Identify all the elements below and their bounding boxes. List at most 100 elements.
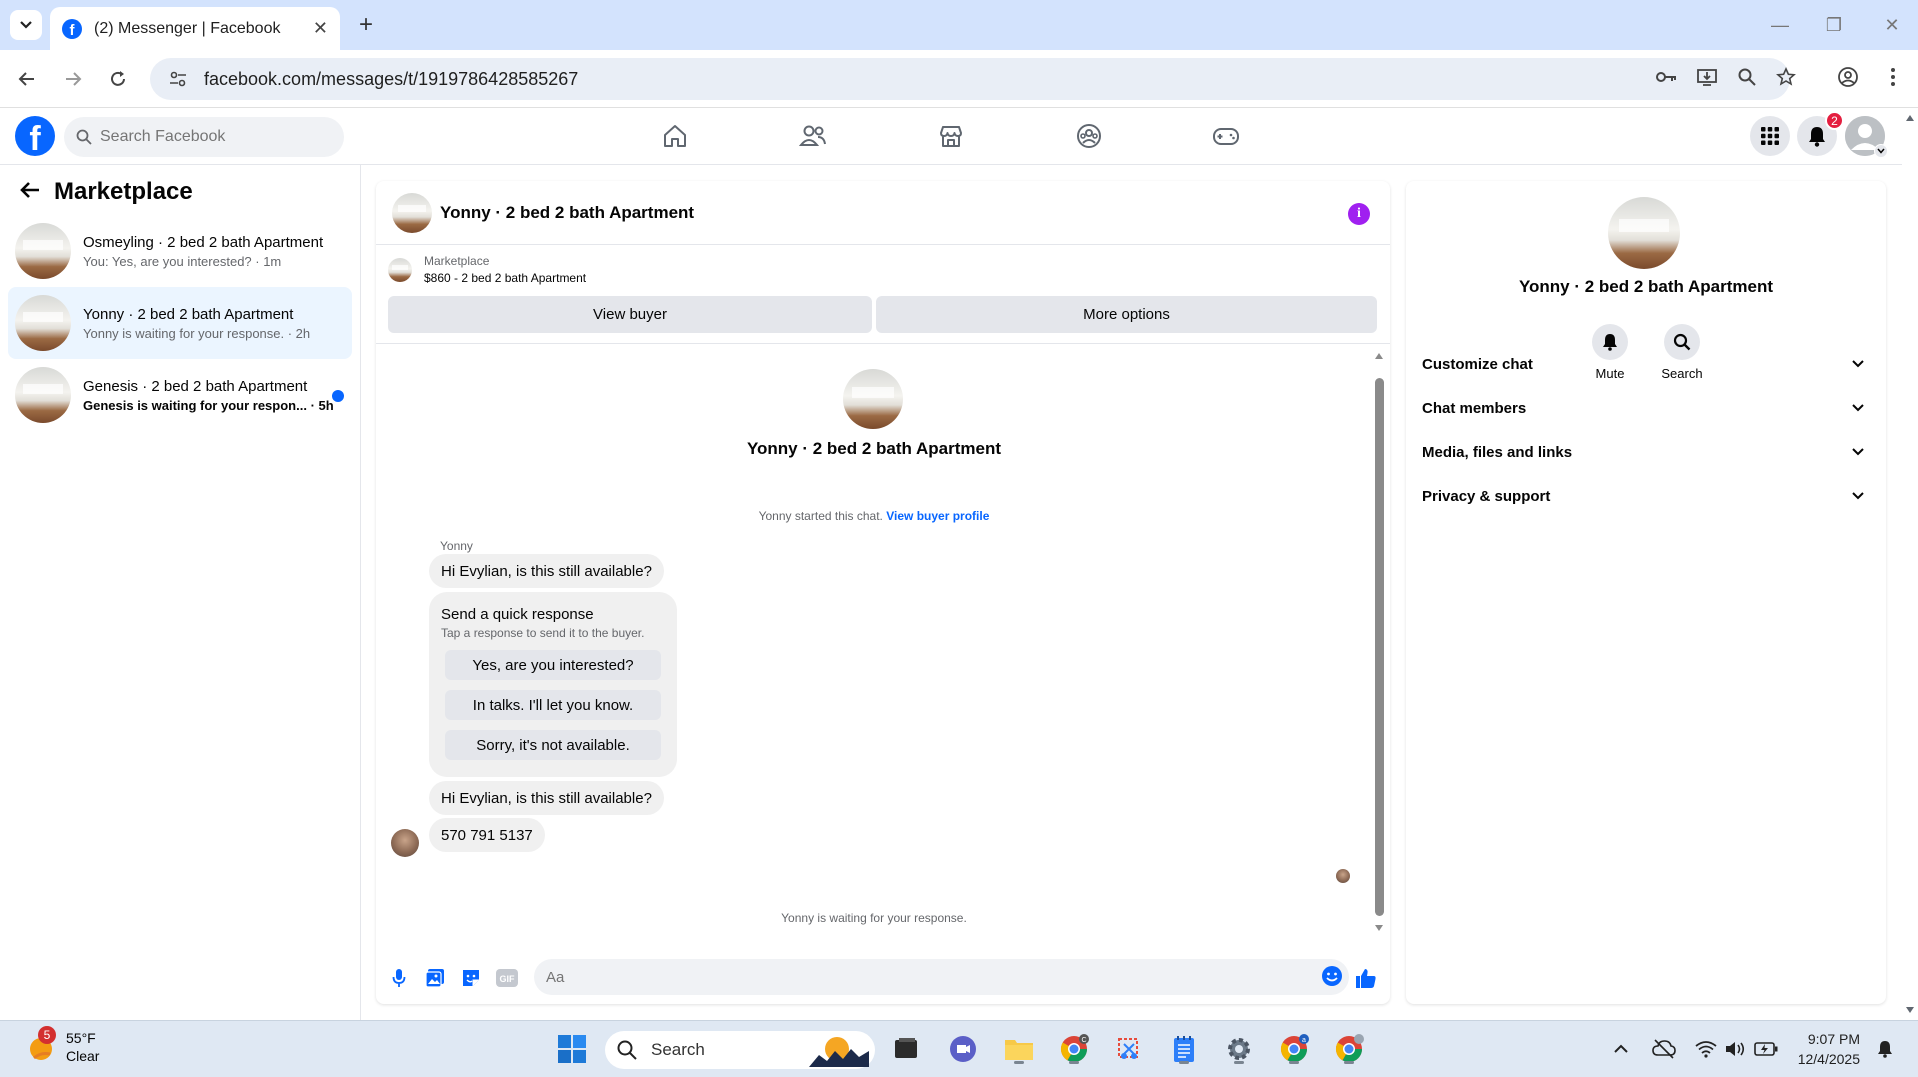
bookmark-star-icon[interactable]	[1771, 62, 1801, 92]
site-info-icon[interactable]	[158, 71, 198, 87]
temperature: 55°F	[66, 1030, 96, 1046]
details-avatar	[1608, 197, 1680, 269]
zoom-icon[interactable]	[1732, 62, 1762, 92]
active-browser-tab[interactable]: f (2) Messenger | Facebook ✕	[50, 7, 340, 50]
quick-response-not-available-button[interactable]: Sorry, it's not available.	[445, 730, 661, 760]
facebook-favicon-icon: f	[62, 18, 82, 39]
chrome-profile-c-icon[interactable]: C	[1056, 1031, 1092, 1067]
media-files-links-section[interactable]: Media, files and links	[1422, 434, 1870, 470]
marketplace-header: Marketplace	[20, 178, 193, 206]
reload-icon[interactable]	[101, 62, 135, 96]
cloud-offline-icon[interactable]	[1650, 1031, 1678, 1067]
privacy-support-section[interactable]: Privacy & support	[1422, 478, 1870, 514]
emoji-icon[interactable]	[1321, 965, 1343, 992]
minimize-window-icon[interactable]: —	[1760, 10, 1800, 40]
task-view-icon[interactable]	[888, 1031, 924, 1067]
gif-icon[interactable]: GIF	[494, 965, 520, 991]
battery-charging-icon[interactable]	[1752, 1031, 1780, 1067]
marketplace-nav-icon[interactable]	[921, 116, 981, 156]
friends-nav-icon[interactable]	[783, 116, 843, 156]
more-options-button[interactable]: More options	[876, 296, 1377, 333]
groups-nav-icon[interactable]	[1059, 116, 1119, 156]
chat-avatar[interactable]	[392, 192, 432, 233]
thumbs-up-icon[interactable]	[1353, 965, 1379, 991]
new-tab-button[interactable]: +	[352, 11, 380, 39]
message-input-box[interactable]	[534, 959, 1349, 995]
wifi-icon[interactable]	[1692, 1031, 1720, 1067]
back-arrow-icon[interactable]	[10, 62, 44, 96]
listing-summary[interactable]: Marketplace $860 - 2 bed 2 bath Apartmen…	[388, 253, 586, 287]
sticker-icon[interactable]	[458, 965, 484, 991]
snipping-tool-icon[interactable]	[1111, 1031, 1147, 1067]
file-explorer-icon[interactable]	[1001, 1031, 1037, 1067]
section-label: Privacy & support	[1422, 487, 1551, 505]
conversation-item-yonny[interactable]: Yonny · 2 bed 2 bath Apartment Yonny is …	[8, 287, 352, 359]
message-bubble: Hi Evylian, is this still available?	[429, 781, 664, 815]
show-hidden-icons-chevron-icon[interactable]	[1607, 1031, 1635, 1067]
chrome-profile-a-icon[interactable]: a	[1276, 1031, 1312, 1067]
system-clock[interactable]: 9:07 PM 12/4/2025	[1798, 1029, 1860, 1069]
listing-title: $860 - 2 bed 2 bath Apartment	[424, 271, 587, 285]
profile-icon[interactable]	[1833, 62, 1863, 92]
microphone-icon[interactable]	[386, 965, 412, 991]
chat-header: Yonny · 2 bed 2 bath Apartment i	[376, 181, 1390, 245]
view-buyer-button[interactable]: View buyer	[388, 296, 872, 333]
scrollbar-thumb[interactable]	[1375, 378, 1384, 916]
close-window-icon[interactable]: ✕	[1872, 10, 1912, 40]
quick-response-yes-button[interactable]: Yes, are you interested?	[445, 650, 661, 680]
chat-title[interactable]: Yonny · 2 bed 2 bath Apartment	[440, 203, 694, 223]
svg-text:a: a	[1302, 1037, 1306, 1044]
back-arrow-icon[interactable]	[20, 178, 40, 206]
thread-scrollbar[interactable]	[1374, 352, 1384, 932]
conversation-name: Genesis · 2 bed 2 bath Apartment	[83, 377, 308, 395]
conversation-item-osmeyling[interactable]: Osmeyling · 2 bed 2 bath Apartment You: …	[8, 215, 352, 287]
install-app-icon[interactable]	[1692, 62, 1722, 92]
weather-widget[interactable]: 5 55°F Clear	[24, 1026, 99, 1065]
marketplace-title: Marketplace	[54, 178, 193, 205]
sender-avatar[interactable]	[391, 829, 419, 857]
chrome-profile-icon[interactable]	[1331, 1031, 1367, 1067]
home-nav-icon[interactable]	[645, 116, 705, 156]
facebook-search-input[interactable]	[100, 128, 320, 146]
browser-menu-icon[interactable]	[1878, 62, 1908, 92]
clock-time: 9:07 PM	[1807, 1031, 1860, 1047]
page-scrollbar[interactable]	[1902, 108, 1918, 1020]
notification-count-badge: 2	[1825, 111, 1844, 130]
listing-thumbnail	[388, 258, 412, 282]
quick-response-in-talks-button[interactable]: In talks. I'll let you know.	[445, 690, 661, 720]
close-tab-icon[interactable]: ✕	[313, 18, 328, 39]
browser-tab-bar: f (2) Messenger | Facebook ✕ + — ❐ ✕	[0, 0, 1918, 50]
password-key-icon[interactable]	[1652, 62, 1682, 92]
windows-start-icon[interactable]	[554, 1031, 590, 1067]
section-label: Chat members	[1422, 399, 1527, 417]
info-icon[interactable]: i	[1348, 203, 1370, 225]
chat-members-section[interactable]: Chat members	[1422, 390, 1870, 426]
address-bar[interactable]: facebook.com/messages/t/1919786428585267	[150, 58, 1790, 100]
facebook-logo-icon[interactable]: f	[15, 116, 55, 156]
facebook-search-box[interactable]	[64, 117, 344, 157]
customize-chat-section[interactable]: Customize chat	[1422, 346, 1870, 382]
message-input[interactable]	[546, 968, 1286, 986]
photo-gallery-icon[interactable]	[422, 965, 448, 991]
conversation-item-genesis[interactable]: Genesis · 2 bed 2 bath Apartment Genesis…	[8, 359, 352, 431]
section-label: Media, files and links	[1422, 443, 1573, 461]
svg-text:GIF: GIF	[500, 974, 516, 984]
tab-search-button[interactable]	[10, 10, 42, 40]
notepad-icon[interactable]	[1166, 1031, 1202, 1067]
settings-gear-icon[interactable]	[1221, 1031, 1257, 1067]
listing-thumbnail	[15, 367, 71, 423]
menu-grid-icon[interactable]	[1750, 116, 1790, 156]
chat-panel: Yonny · 2 bed 2 bath Apartment i Marketp…	[376, 181, 1390, 1004]
account-chevron-icon[interactable]	[1874, 144, 1888, 158]
video-chat-icon[interactable]	[945, 1031, 981, 1067]
listing-category: Marketplace	[424, 254, 490, 268]
volume-icon[interactable]	[1722, 1031, 1750, 1067]
notification-center-bell-icon[interactable]	[1870, 1031, 1900, 1067]
chevron-down-icon	[1852, 360, 1864, 368]
forward-arrow-icon[interactable]	[56, 62, 90, 96]
restore-window-icon[interactable]: ❐	[1814, 10, 1854, 40]
view-buyer-profile-link[interactable]: View buyer profile	[886, 509, 989, 523]
gaming-nav-icon[interactable]	[1196, 116, 1256, 156]
taskbar-search-box[interactable]: Search	[605, 1031, 875, 1069]
clock-date: 12/4/2025	[1797, 1051, 1860, 1067]
